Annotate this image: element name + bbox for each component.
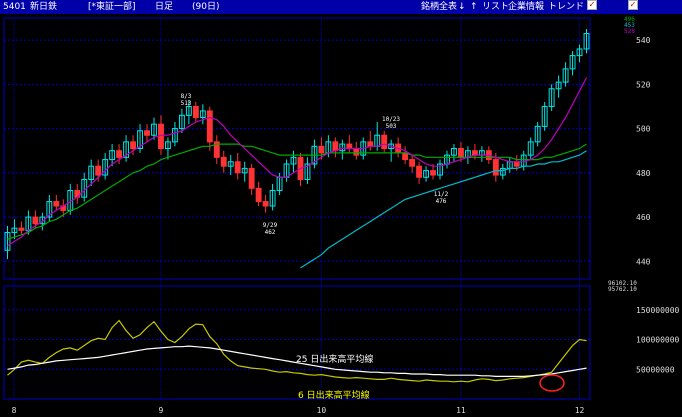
market-label: [*東証一部] <box>88 2 136 12</box>
candle-body <box>457 148 464 158</box>
annotation-date: 8/3 <box>181 93 192 100</box>
candle-body <box>367 141 374 147</box>
annotation-date: 9/29 <box>263 222 278 229</box>
candle-body <box>116 150 123 158</box>
company-info-button[interactable]: 企業情報 <box>508 0 544 14</box>
price-tick-label: 520 <box>636 80 651 89</box>
annotation-date: 10/23 <box>382 116 400 123</box>
candle-body <box>492 159 499 176</box>
candle-body <box>95 165 102 176</box>
trend-button[interactable]: トレンド <box>548 0 584 14</box>
list-button[interactable]: リスト <box>482 0 509 14</box>
candle-body <box>416 165 423 178</box>
price-tick-label: 540 <box>636 36 651 45</box>
volume-tick-label: 150000000 <box>636 306 680 315</box>
candle-body <box>18 227 25 231</box>
ma-long-line <box>300 150 587 269</box>
ma-short-line <box>7 77 588 247</box>
candle-body <box>220 156 227 167</box>
price-tick-label: 440 <box>636 257 651 266</box>
candle-body <box>234 161 241 174</box>
month-tick-label: 8 <box>12 406 17 415</box>
candle-body <box>144 130 150 136</box>
stock-code: 5401 <box>3 2 26 12</box>
highlight-circle <box>539 374 565 392</box>
candle-body <box>53 201 60 207</box>
volume-tick-label: 50000000 <box>636 365 675 374</box>
check-icon: ✓ <box>628 0 638 10</box>
month-tick-label: 11 <box>456 406 466 415</box>
volume-panel-frame <box>3 285 591 400</box>
month-tick-label: 12 <box>575 406 585 415</box>
month-tick-label: 10 <box>317 406 327 415</box>
price-panel-frame <box>3 17 591 280</box>
ma-legend-value: 528 <box>624 28 635 35</box>
volume-legend-value: 95762.10 <box>608 286 637 293</box>
candle-body <box>32 216 39 225</box>
month-tick-label: 9 <box>159 406 164 415</box>
candle-body <box>332 141 339 152</box>
candle-body <box>381 134 388 149</box>
candle-body <box>430 170 436 176</box>
candle-body <box>409 159 416 167</box>
annotation-value: 513 <box>181 100 192 107</box>
volume-6day-line <box>7 319 587 383</box>
volume-6day-label: 6 日出来高平均線 <box>298 389 370 401</box>
candle-body <box>346 143 353 150</box>
volume-tick-label: 100000000 <box>636 336 680 345</box>
annotation-value: 476 <box>436 198 447 205</box>
candlesticks <box>4 29 590 260</box>
annotation-date: 11/2 <box>434 191 449 198</box>
candle-body <box>192 105 199 119</box>
annotation-value: 503 <box>386 123 397 130</box>
period-label: 日足 <box>155 2 174 12</box>
candle-body <box>206 110 213 143</box>
candle-body <box>353 148 360 156</box>
stock-name: 新日鉄 <box>30 2 58 12</box>
candle-body <box>471 150 478 156</box>
candle-body <box>262 201 269 207</box>
next-stock-button[interactable]: ↓ <box>458 0 466 14</box>
annotations: 8/3513 9/29462 10/23503 11/2476 <box>181 93 565 392</box>
annotation-value: 462 <box>265 229 276 236</box>
prev-stock-button[interactable]: ↑ <box>470 0 478 14</box>
candle-body <box>255 187 262 203</box>
check-icon: ✓ <box>587 0 597 10</box>
chart-toolbar: 5401 新日鉄 [*東証一部] 日足 (90日) 銘柄全表 ↓ ↑ リスト 企… <box>0 0 682 14</box>
candle-body <box>513 161 520 167</box>
price-tick-label: 480 <box>636 169 651 178</box>
candle-body <box>318 145 325 154</box>
moving-averages <box>7 77 588 383</box>
price-tick-label: 500 <box>636 125 651 134</box>
grid <box>3 17 591 400</box>
days-label: (90日) <box>192 2 220 12</box>
candle-body <box>130 141 137 150</box>
candle-body <box>248 167 255 189</box>
all-stocks-button[interactable]: 銘柄全表 <box>421 0 457 14</box>
stock-chart: 8/3513 9/29462 10/23503 11/2476 440 460 480 50… <box>3 16 680 415</box>
price-tick-label: 460 <box>636 213 651 222</box>
volume-25day-label: 25 日出来高平均線 <box>296 353 373 365</box>
